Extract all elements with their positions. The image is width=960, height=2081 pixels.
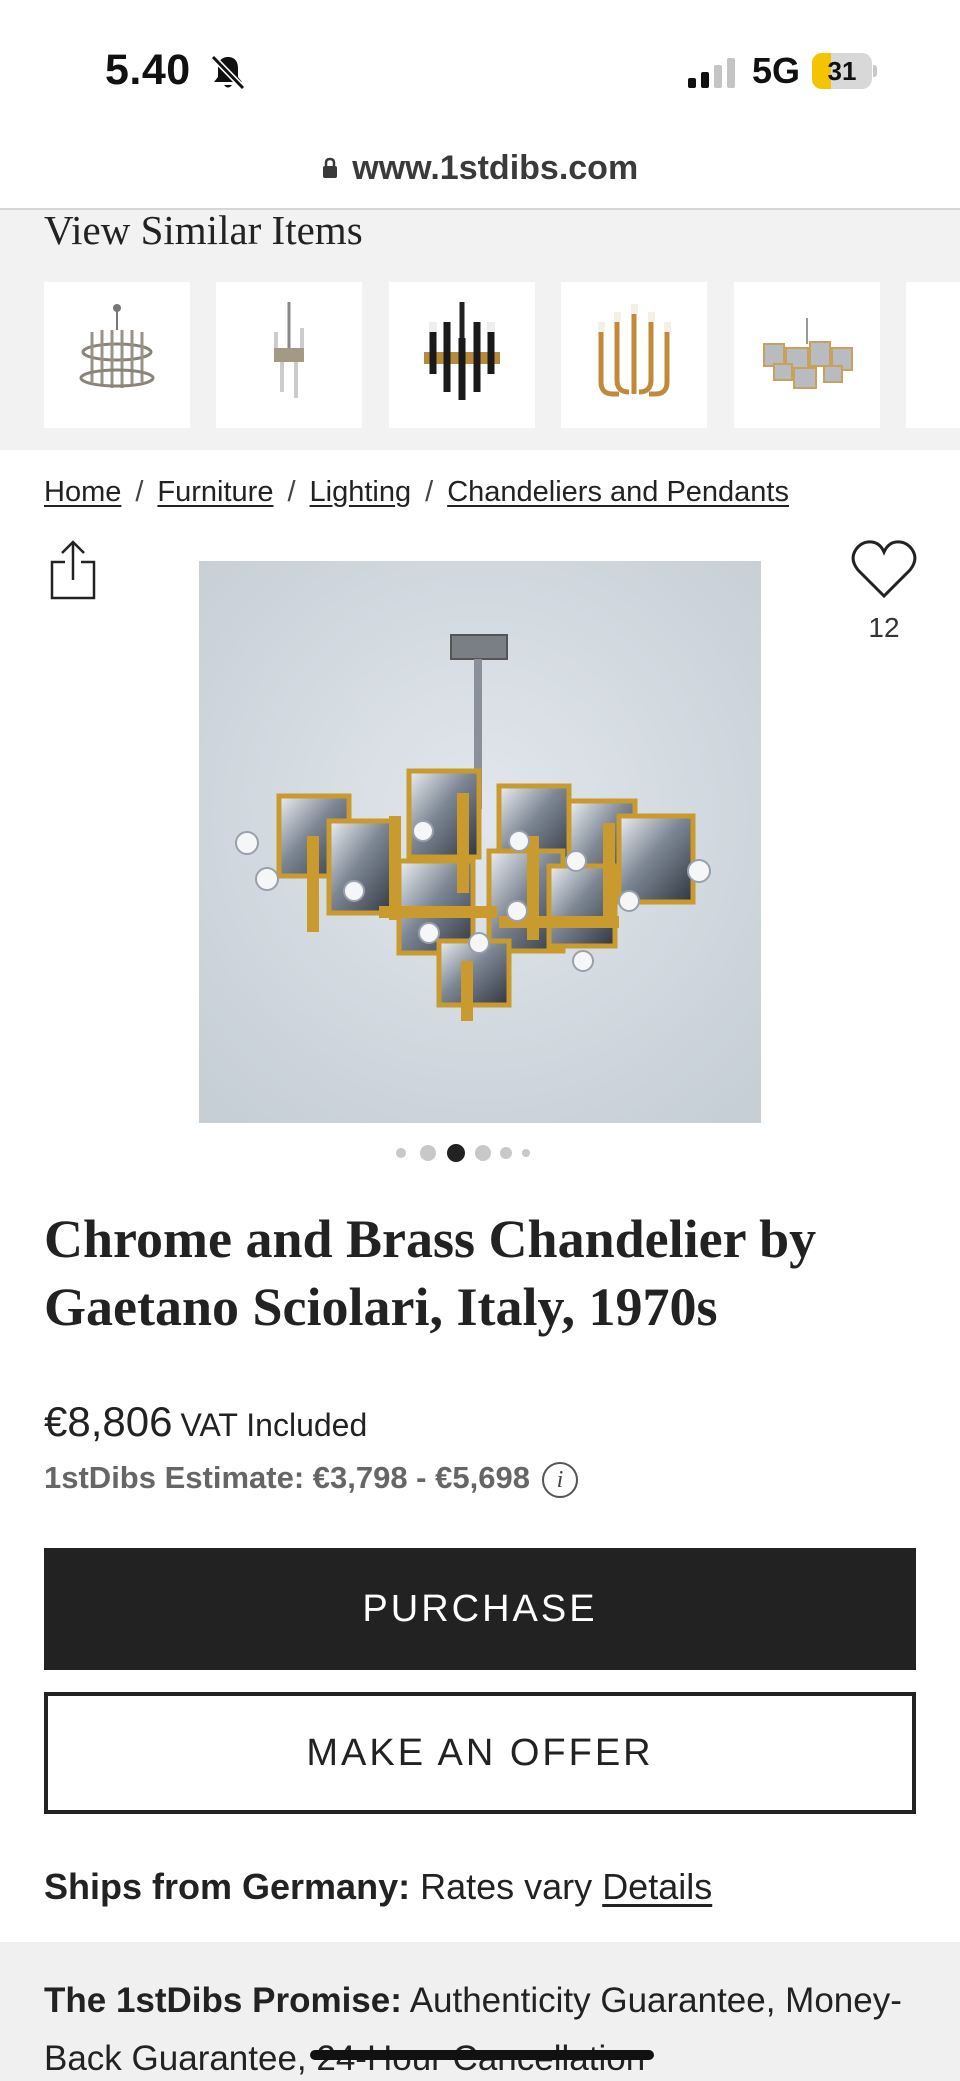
browser-url: www.1stdibs.com bbox=[352, 149, 639, 187]
promise-label: The 1stDibs Promise: bbox=[44, 1981, 402, 2020]
breadcrumb-furniture[interactable]: Furniture bbox=[157, 476, 273, 508]
pagination-dot[interactable] bbox=[475, 1145, 491, 1161]
pagination-dot[interactable] bbox=[522, 1149, 530, 1157]
status-bar: 5.40 5G 31 bbox=[0, 0, 960, 140]
breadcrumb-lighting[interactable]: Lighting bbox=[310, 476, 412, 508]
similar-item-thumbnail[interactable] bbox=[216, 282, 363, 428]
status-time: 5.40 bbox=[105, 46, 191, 94]
price-estimate: 1stDibs Estimate: €3,798 - €5,698 i bbox=[44, 1460, 578, 1498]
similar-item-thumbnail[interactable] bbox=[388, 282, 535, 428]
purchase-button[interactable]: PURCHASE bbox=[44, 1548, 916, 1670]
battery-level: 31 bbox=[827, 56, 857, 86]
breadcrumb: Home / Furniture / Lighting / Chandeliers and … bbox=[44, 476, 789, 508]
similar-item-thumbnail[interactable] bbox=[561, 282, 708, 428]
network-type: 5G bbox=[752, 50, 801, 91]
similar-items-title: View Similar Items bbox=[44, 210, 363, 253]
pagination-dot[interactable] bbox=[420, 1145, 436, 1161]
shipping-rates: Rates vary bbox=[420, 1866, 593, 1907]
similar-item-thumbnail[interactable] bbox=[44, 282, 190, 428]
product-price: €8,806 bbox=[44, 1398, 173, 1445]
pagination-dot[interactable] bbox=[396, 1148, 406, 1158]
breadcrumb-home[interactable]: Home bbox=[44, 476, 121, 508]
product-title: Chrome and Brass Chandelier by Gaetano S… bbox=[44, 1209, 817, 1337]
battery-icon: 31 bbox=[812, 53, 877, 89]
lock-icon bbox=[322, 157, 337, 178]
shipping-details-link[interactable]: Details bbox=[602, 1866, 712, 1907]
bell-slash-icon bbox=[210, 54, 246, 91]
share-icon[interactable] bbox=[48, 538, 98, 602]
breadcrumb-chandeliers-and-pendants[interactable]: Chandeliers and Pendants bbox=[447, 476, 789, 508]
similar-item-thumbnail[interactable] bbox=[733, 282, 880, 428]
home-indicator[interactable] bbox=[310, 2050, 654, 2060]
favorite-count: 12 bbox=[868, 612, 900, 643]
product-image[interactable] bbox=[199, 561, 761, 1123]
shipping-label: Ships from Germany: bbox=[44, 1866, 411, 1907]
price-line: €8,806 VAT Included bbox=[44, 1398, 367, 1446]
similar-items-carousel[interactable] bbox=[44, 282, 960, 428]
pagination-dot[interactable] bbox=[447, 1144, 465, 1162]
vat-note: VAT Included bbox=[180, 1407, 368, 1443]
similar-item-thumbnail[interactable] bbox=[906, 282, 960, 428]
promise-section: The 1stDibs Promise: Authenticity Guaran… bbox=[0, 1942, 960, 2081]
pagination-dot[interactable] bbox=[500, 1147, 512, 1159]
estimate-text: 1stDibs Estimate: €3,798 - €5,698 bbox=[44, 1460, 530, 1495]
signal-icon bbox=[688, 58, 735, 88]
similar-items-section: View Similar Items bbox=[0, 210, 960, 450]
make-offer-button[interactable]: MAKE AN OFFER bbox=[44, 1692, 916, 1814]
browser-address-bar[interactable]: www.1stdibs.com bbox=[0, 140, 960, 210]
info-icon[interactable]: i bbox=[541, 1461, 578, 1498]
shipping-info: Ships from Germany: Rates vary Details bbox=[44, 1866, 712, 1908]
heart-icon[interactable] bbox=[850, 538, 918, 600]
